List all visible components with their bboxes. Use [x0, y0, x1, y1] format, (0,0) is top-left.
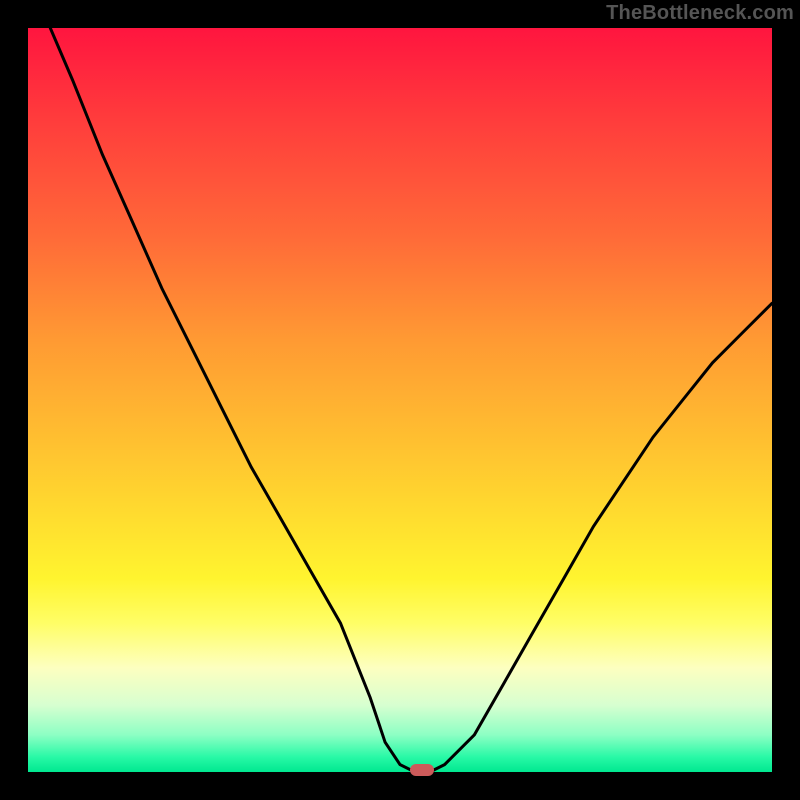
curve-path: [50, 28, 772, 772]
bottleneck-curve: [28, 28, 772, 772]
attribution-label: TheBottleneck.com: [606, 2, 794, 25]
chart-frame: TheBottleneck.com: [0, 0, 800, 800]
optimal-marker: [410, 764, 434, 776]
